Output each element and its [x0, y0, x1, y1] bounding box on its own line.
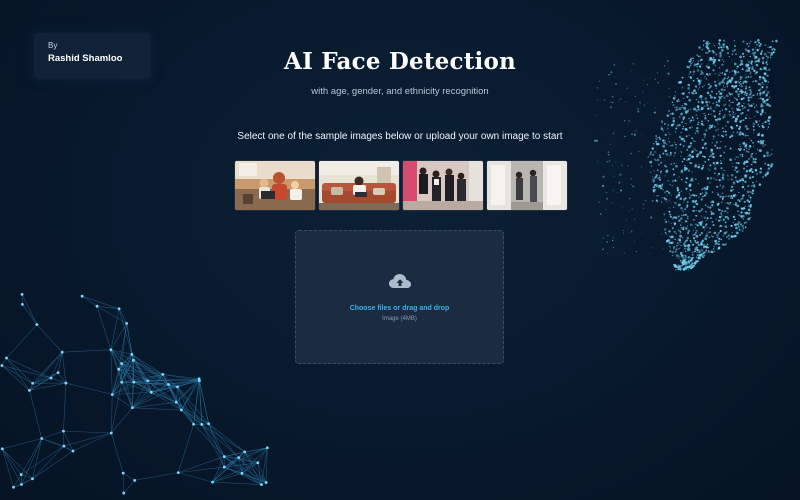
sample-image-3[interactable] — [402, 160, 484, 211]
upload-size-hint: Image (4MB) — [382, 316, 417, 322]
network-mesh-decoration — [0, 293, 269, 495]
hallway-photo-image — [487, 161, 567, 210]
sample-image-2[interactable] — [318, 160, 400, 211]
cloud-upload-icon — [389, 274, 411, 288]
sample-image-4[interactable] — [486, 160, 568, 211]
living-room-photo-image — [319, 161, 399, 210]
upload-dropzone[interactable]: Choose files or drag and drop Image (4MB… — [295, 230, 504, 364]
instruction-text: Select one of the sample images below or… — [237, 131, 563, 142]
group-photo-image — [403, 161, 483, 210]
page-subtitle: with age, gender, and ethnicity recognit… — [311, 86, 489, 97]
upload-cta-link[interactable]: Choose files or drag and drop — [296, 305, 503, 312]
sample-image-1[interactable] — [234, 160, 316, 211]
app-page: By Rashid Shamloo AI Face Detection with… — [0, 0, 800, 500]
page-title: AI Face Detection — [284, 48, 516, 75]
family-photo-image — [235, 161, 315, 210]
